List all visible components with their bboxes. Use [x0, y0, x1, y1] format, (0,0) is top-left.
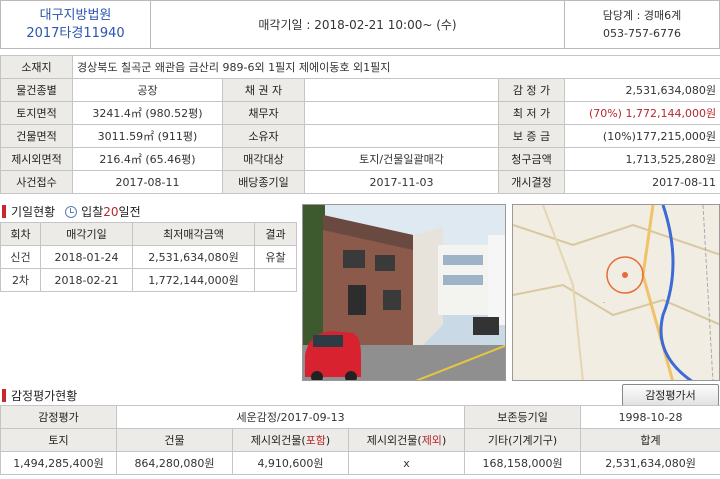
- info-value: 토지/건물일괄매각: [304, 147, 499, 171]
- schedule-title: 기일현황: [11, 205, 56, 219]
- case-number[interactable]: 2017타경11940: [26, 25, 124, 43]
- column-header: 건물: [116, 428, 233, 452]
- appraisal-label: 감정평가: [0, 405, 117, 429]
- deposit: (10%)177,215,000원: [563, 124, 720, 148]
- column-header: 기타(기계기구): [464, 428, 582, 452]
- column-header: 회차: [0, 222, 41, 246]
- date-cell: 2018-01-24: [40, 245, 133, 269]
- appraisal-section-title: 감정평가현황: [2, 387, 77, 404]
- section-marker-icon: [2, 389, 6, 402]
- column-header: 제시외건물(제외): [347, 428, 466, 452]
- info-label: 감 정 가: [498, 78, 565, 102]
- info-label: 채무자: [222, 101, 305, 125]
- minimum-price: (70%) 1,772,144,000원: [563, 101, 720, 125]
- info-value: 공장: [72, 78, 223, 102]
- info-value: [304, 101, 499, 125]
- round-cell: 신건: [0, 245, 41, 269]
- info-label: 물건종별: [0, 78, 73, 102]
- clock-icon: [65, 205, 78, 218]
- bid-days: 20: [103, 204, 119, 219]
- info-value: [304, 78, 499, 102]
- land-value: 1,494,285,400원: [0, 451, 117, 475]
- phone-number: 053-757-6776: [603, 26, 681, 40]
- appraisal-title: 감정평가현황: [11, 389, 78, 403]
- building-photo-image: [303, 205, 505, 380]
- machinery-value: 168,158,000원: [464, 451, 582, 475]
- column-header: 토지: [0, 428, 117, 452]
- info-label: 청구금액: [498, 147, 565, 171]
- department: 담당계 : 경매6계: [602, 8, 682, 22]
- building-value: 864,280,080원: [116, 451, 233, 475]
- appraiser-value: 세운감정/2017-09-13: [115, 405, 466, 429]
- info-label: 소유자: [222, 124, 305, 148]
- section-marker-icon: [2, 205, 6, 218]
- column-header: 합계: [580, 428, 720, 452]
- info-value: 3011.59㎡ (911평): [72, 124, 223, 148]
- info-value: [304, 124, 499, 148]
- registration-label: 보존등기일: [464, 405, 582, 429]
- price-cell: 1,772,144,000원: [132, 268, 255, 292]
- department-block: 담당계 : 경매6계 053-757-6776: [564, 1, 719, 48]
- schedule-table: 회차 매각기일 최저매각금액 결과 신건 2018-01-24 2,531,63…: [0, 222, 297, 292]
- map-image: ·: [513, 205, 719, 380]
- info-value: 216.4㎡ (65.46평): [72, 147, 223, 171]
- info-label: 토지면적: [0, 101, 73, 125]
- svg-text:·: ·: [603, 299, 605, 307]
- info-label: 보 증 금: [498, 124, 565, 148]
- info-label: 제시외면적: [0, 147, 73, 171]
- info-label: 배당종기일: [222, 170, 305, 194]
- court-name: 대구지방법원: [39, 7, 112, 23]
- info-label: 건물면적: [0, 124, 73, 148]
- appraisal-table: 감정평가 세운감정/2017-09-13 보존등기일 1998-10-28 토지…: [0, 405, 720, 475]
- property-info-table: 소재지 경상북도 칠곡군 왜관읍 금산리 989-6외 1필지 제에이동호 외1…: [0, 55, 720, 194]
- table-row: 2차 2018-02-21 1,772,144,000원: [0, 268, 297, 292]
- result-cell: [254, 268, 297, 292]
- extra-excluded-value: x: [347, 451, 466, 475]
- location-map[interactable]: ·: [512, 204, 720, 381]
- appraisal-price: 2,531,634,080원: [563, 78, 720, 102]
- bid-label: 입찰: [81, 205, 104, 219]
- round-cell: 2차: [0, 268, 41, 292]
- info-value: 2017-08-11: [72, 170, 223, 194]
- property-photo[interactable]: [302, 204, 506, 381]
- bid-suffix: 일전: [118, 205, 141, 219]
- appraisal-report-button[interactable]: 감정평가서: [622, 384, 719, 406]
- registration-date: 1998-10-28: [580, 405, 720, 429]
- court-case-block: 대구지방법원 2017타경11940: [1, 1, 151, 48]
- case-header: 대구지방법원 2017타경11940 매각기일 : 2018-02-21 10:…: [0, 0, 720, 49]
- info-label: 매각대상: [222, 147, 305, 171]
- info-value: 2017-11-03: [304, 170, 499, 194]
- total-value: 2,531,634,080원: [580, 451, 720, 475]
- column-header: 매각기일: [40, 222, 133, 246]
- table-row: 신건 2018-01-24 2,531,634,080원 유찰: [0, 245, 297, 269]
- column-header: 결과: [254, 222, 297, 246]
- extra-included-value: 4,910,600원: [232, 451, 349, 475]
- info-label: 개시결정: [498, 170, 565, 194]
- sale-date: 매각기일 : 2018-02-21 10:00~ (수): [258, 18, 457, 32]
- claim-amount: 1,713,525,280원: [563, 147, 720, 171]
- column-header: 제시외건물(포함): [232, 428, 349, 452]
- price-cell: 2,531,634,080원: [132, 245, 255, 269]
- schedule-section-title: 기일현황 입찰 20 일전: [2, 203, 141, 220]
- info-label: 사건접수: [0, 170, 73, 194]
- info-value: 3241.4㎡ (980.52평): [72, 101, 223, 125]
- info-label: 채 권 자: [222, 78, 305, 102]
- column-header: 최저매각금액: [132, 222, 255, 246]
- table-row: 1,494,285,400원 864,280,080원 4,910,600원 x…: [0, 451, 720, 475]
- date-cell: 2018-02-21: [40, 268, 133, 292]
- location-value: 경상북도 칠곡군 왜관읍 금산리 989-6외 1필지 제에이동호 외1필지: [71, 55, 720, 79]
- info-value: 2017-08-11: [563, 170, 720, 194]
- result-cell: 유찰: [254, 245, 297, 269]
- info-label: 최 저 가: [498, 101, 565, 125]
- location-label: 소재지: [0, 55, 73, 79]
